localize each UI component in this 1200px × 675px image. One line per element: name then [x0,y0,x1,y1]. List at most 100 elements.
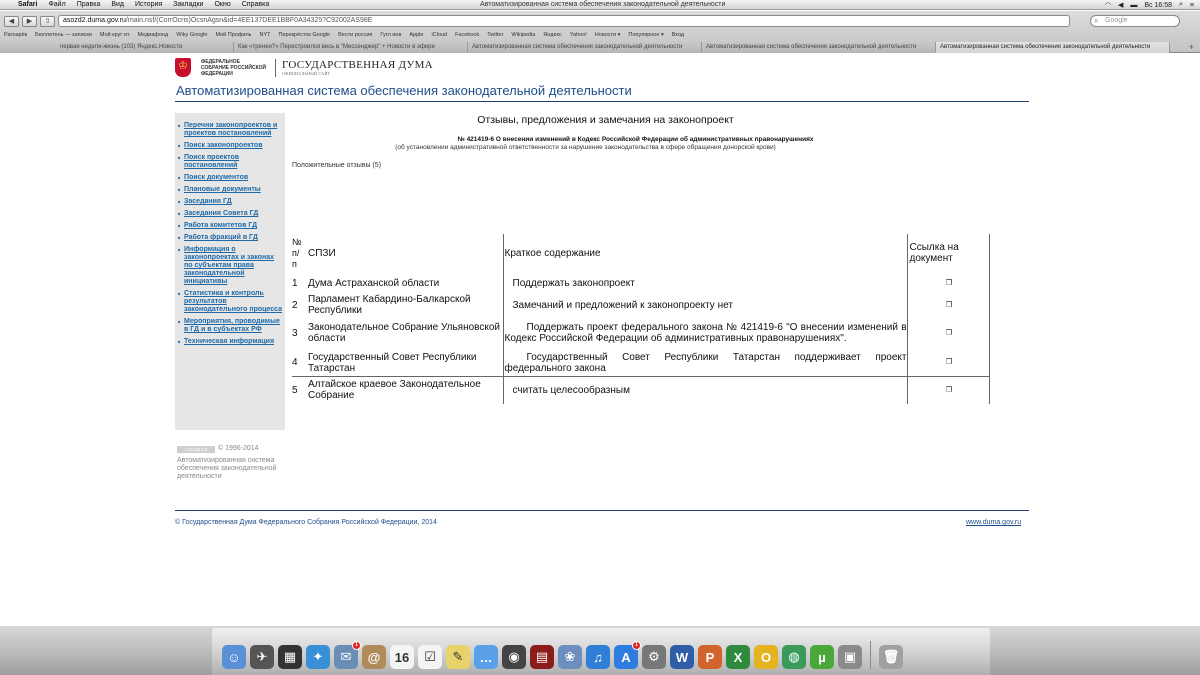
bookmark-item[interactable]: Гугл инв [380,32,401,41]
row-link[interactable] [907,375,990,404]
finder-icon[interactable]: ☺ [222,645,246,669]
launchpad-icon[interactable]: ✈ [250,645,274,669]
browser-tab[interactable]: Автоматизированная система обеспечения з… [702,42,936,53]
footer-site-link[interactable]: www.duma.gov.ru [966,519,1021,526]
bookmark-item[interactable]: Вход [672,32,684,41]
dashboard-icon-glyph: ▦ [283,649,297,664]
messages-icon[interactable]: … [474,645,498,669]
iphoto-icon[interactable]: ❀ [558,645,582,669]
bookmark-item[interactable]: Рагнарёк [4,32,27,41]
sidebar-item[interactable]: ■ Работа комитетов ГД [178,222,282,230]
wifi-icon[interactable]: ◠ [1105,1,1111,9]
mail-icon[interactable]: ✉ 1 [334,641,361,669]
flag-icon[interactable]: ▬ [1130,2,1137,9]
document-link-icon[interactable] [946,300,952,307]
menu-item-7[interactable]: Справка [242,1,269,8]
menu-item-6[interactable]: Окно [214,1,230,8]
row-link[interactable] [907,294,990,316]
itunes-icon[interactable]: ♫ [586,645,610,669]
sidebar-item[interactable]: ■ Поиск проектов постановлений [178,154,282,170]
row-summary: Замечаний и предложений к законопроекту … [503,294,908,316]
notes-icon[interactable]: ✎ [446,645,470,669]
bookmark-item[interactable]: Мой Профиль [215,32,251,41]
bookmark-item[interactable]: Мой круг ит [100,32,130,41]
bookmark-item[interactable]: Бюллетень — записки [35,32,92,41]
table-header: № п/ п СПЗИ Краткое содержание Ссылка на… [292,234,990,272]
back-button[interactable]: ◀ [4,15,19,27]
sidebar-item[interactable]: ■ Информация о законопроектах и законах п… [178,246,282,286]
row-link[interactable] [907,316,990,350]
browser-tab[interactable]: Как «тренеи?» Перестроился весь в "Мессе… [234,42,468,53]
facetime-icon[interactable]: ◉ [502,645,526,669]
new-tab-button[interactable]: + [1170,42,1200,53]
sidebar-item[interactable]: ■ Техническая информация [178,338,282,346]
browser-tab[interactable]: Автоматизированная система обеспечения з… [936,42,1170,53]
app-store-icon[interactable]: A1 [614,641,641,669]
sidebar-item[interactable]: ■ Плановые документы [178,186,282,194]
sidebar-item[interactable]: ■ Заседания Совета ГД [178,210,282,218]
outlook-icon[interactable]: O [754,645,778,669]
row-num: 5 [292,375,306,404]
sidebar-item[interactable]: ■ Работа фракций в ГД [178,234,282,242]
document-link-icon[interactable] [946,385,952,392]
photo-booth-icon[interactable]: ▤ [530,645,554,669]
contacts-icon[interactable]: @ [362,645,386,669]
globe-icon[interactable]: ◍ [782,645,806,669]
bookmark-item[interactable]: Вести россия [338,32,372,41]
browser-tab[interactable]: Автоматизированная система обеспечения з… [468,42,702,53]
bookmark-item[interactable]: Яндекс [543,32,562,41]
bookmark-item[interactable]: Yahoo! [570,32,587,41]
address-bar[interactable]: asozd2.duma.gov.ru/main.nsf/(CorrOcris)O… [58,15,1070,27]
system-preferences-icon[interactable]: ⚙ [642,645,666,669]
menu-item-4[interactable]: История [135,1,162,8]
menu-item-2[interactable]: Правка [77,1,101,8]
menu-item-5[interactable]: Закладки [173,1,203,8]
row-link[interactable] [907,350,990,376]
calendar-icon[interactable]: 16 [390,645,414,669]
notification-icon[interactable]: ≡ [1190,2,1194,9]
bookmark-item[interactable]: iCloud [431,32,447,41]
bookmark-item[interactable]: Wiky Google [176,32,207,41]
word-icon[interactable]: W [670,645,694,669]
utorrent-icon[interactable]: µ [810,645,834,669]
bookmark-item[interactable]: Twitter [487,32,503,41]
menu-item-3[interactable]: Вид [111,1,124,8]
preview-icon[interactable]: ▣ [838,645,862,669]
sidebar-item[interactable]: ■ Поиск документов [178,174,282,182]
dashboard-icon[interactable]: ▦ [278,645,302,669]
bookmark-item[interactable]: Facebook [455,32,479,41]
site-logo[interactable]: ФЕДЕРАЛЬНОЕ СОБРАНИЕ РОССИЙСКОЙ ФЕДЕРАЦИ… [175,58,433,77]
reminders-icon[interactable]: ☑ [418,645,442,669]
browser-tab[interactable]: первая неделя-жизнь (103) Яндекс.Новости [0,42,234,53]
sidebar-item[interactable]: ■ Заседания ГД [178,198,282,206]
volume-icon[interactable]: ◀ [1118,1,1123,9]
document-link-icon[interactable] [946,358,952,365]
bookmark-item[interactable]: Популярное ▾ [628,32,663,41]
bookmark-item[interactable]: Медиафонд [138,32,169,41]
bookmark-item[interactable]: NYT [260,32,271,41]
bookmark-item[interactable]: Перекрёсток Google [279,32,331,41]
sidebar-item[interactable]: ■ Поиск законопроектов [178,142,282,150]
bookmark-item[interactable]: Новости ▾ [595,32,621,41]
document-link-icon[interactable] [946,278,952,285]
powerpoint-icon[interactable]: P [698,645,722,669]
clock[interactable]: Вс 16:58 [1144,2,1172,9]
sidebar-item[interactable]: ■ Мероприятия, проводимые в ГД и в субъек… [178,318,282,334]
search-field[interactable]: ⌕ Google [1090,15,1180,27]
safari-icon[interactable]: ✦ [306,645,330,669]
document-link-icon[interactable] [946,328,952,335]
trash-icon[interactable]: 🗑 [879,645,903,669]
spotlight-icon[interactable]: ⌕ [1179,1,1183,9]
bookmark-item[interactable]: Apple [409,32,423,41]
menu-item-1[interactable]: Файл [48,1,65,8]
sidebar-copyright: АСОЗД 2.0 © 1996-2014 Автоматизированная… [177,445,287,481]
footer-divider [175,510,1029,511]
row-link[interactable] [907,272,990,294]
sidebar-item[interactable]: ■ Перечни законопроектов и проектов поста… [178,122,282,138]
forward-button[interactable]: ▶ [22,15,37,27]
menu-item-0[interactable]: Safari [18,1,37,8]
share-button[interactable]: ⇧ [40,15,55,27]
sidebar-item[interactable]: ■ Статистика и контроль результатов закон… [178,290,282,314]
excel-icon[interactable]: X [726,645,750,669]
bookmark-item[interactable]: Wikipedia [511,32,535,41]
